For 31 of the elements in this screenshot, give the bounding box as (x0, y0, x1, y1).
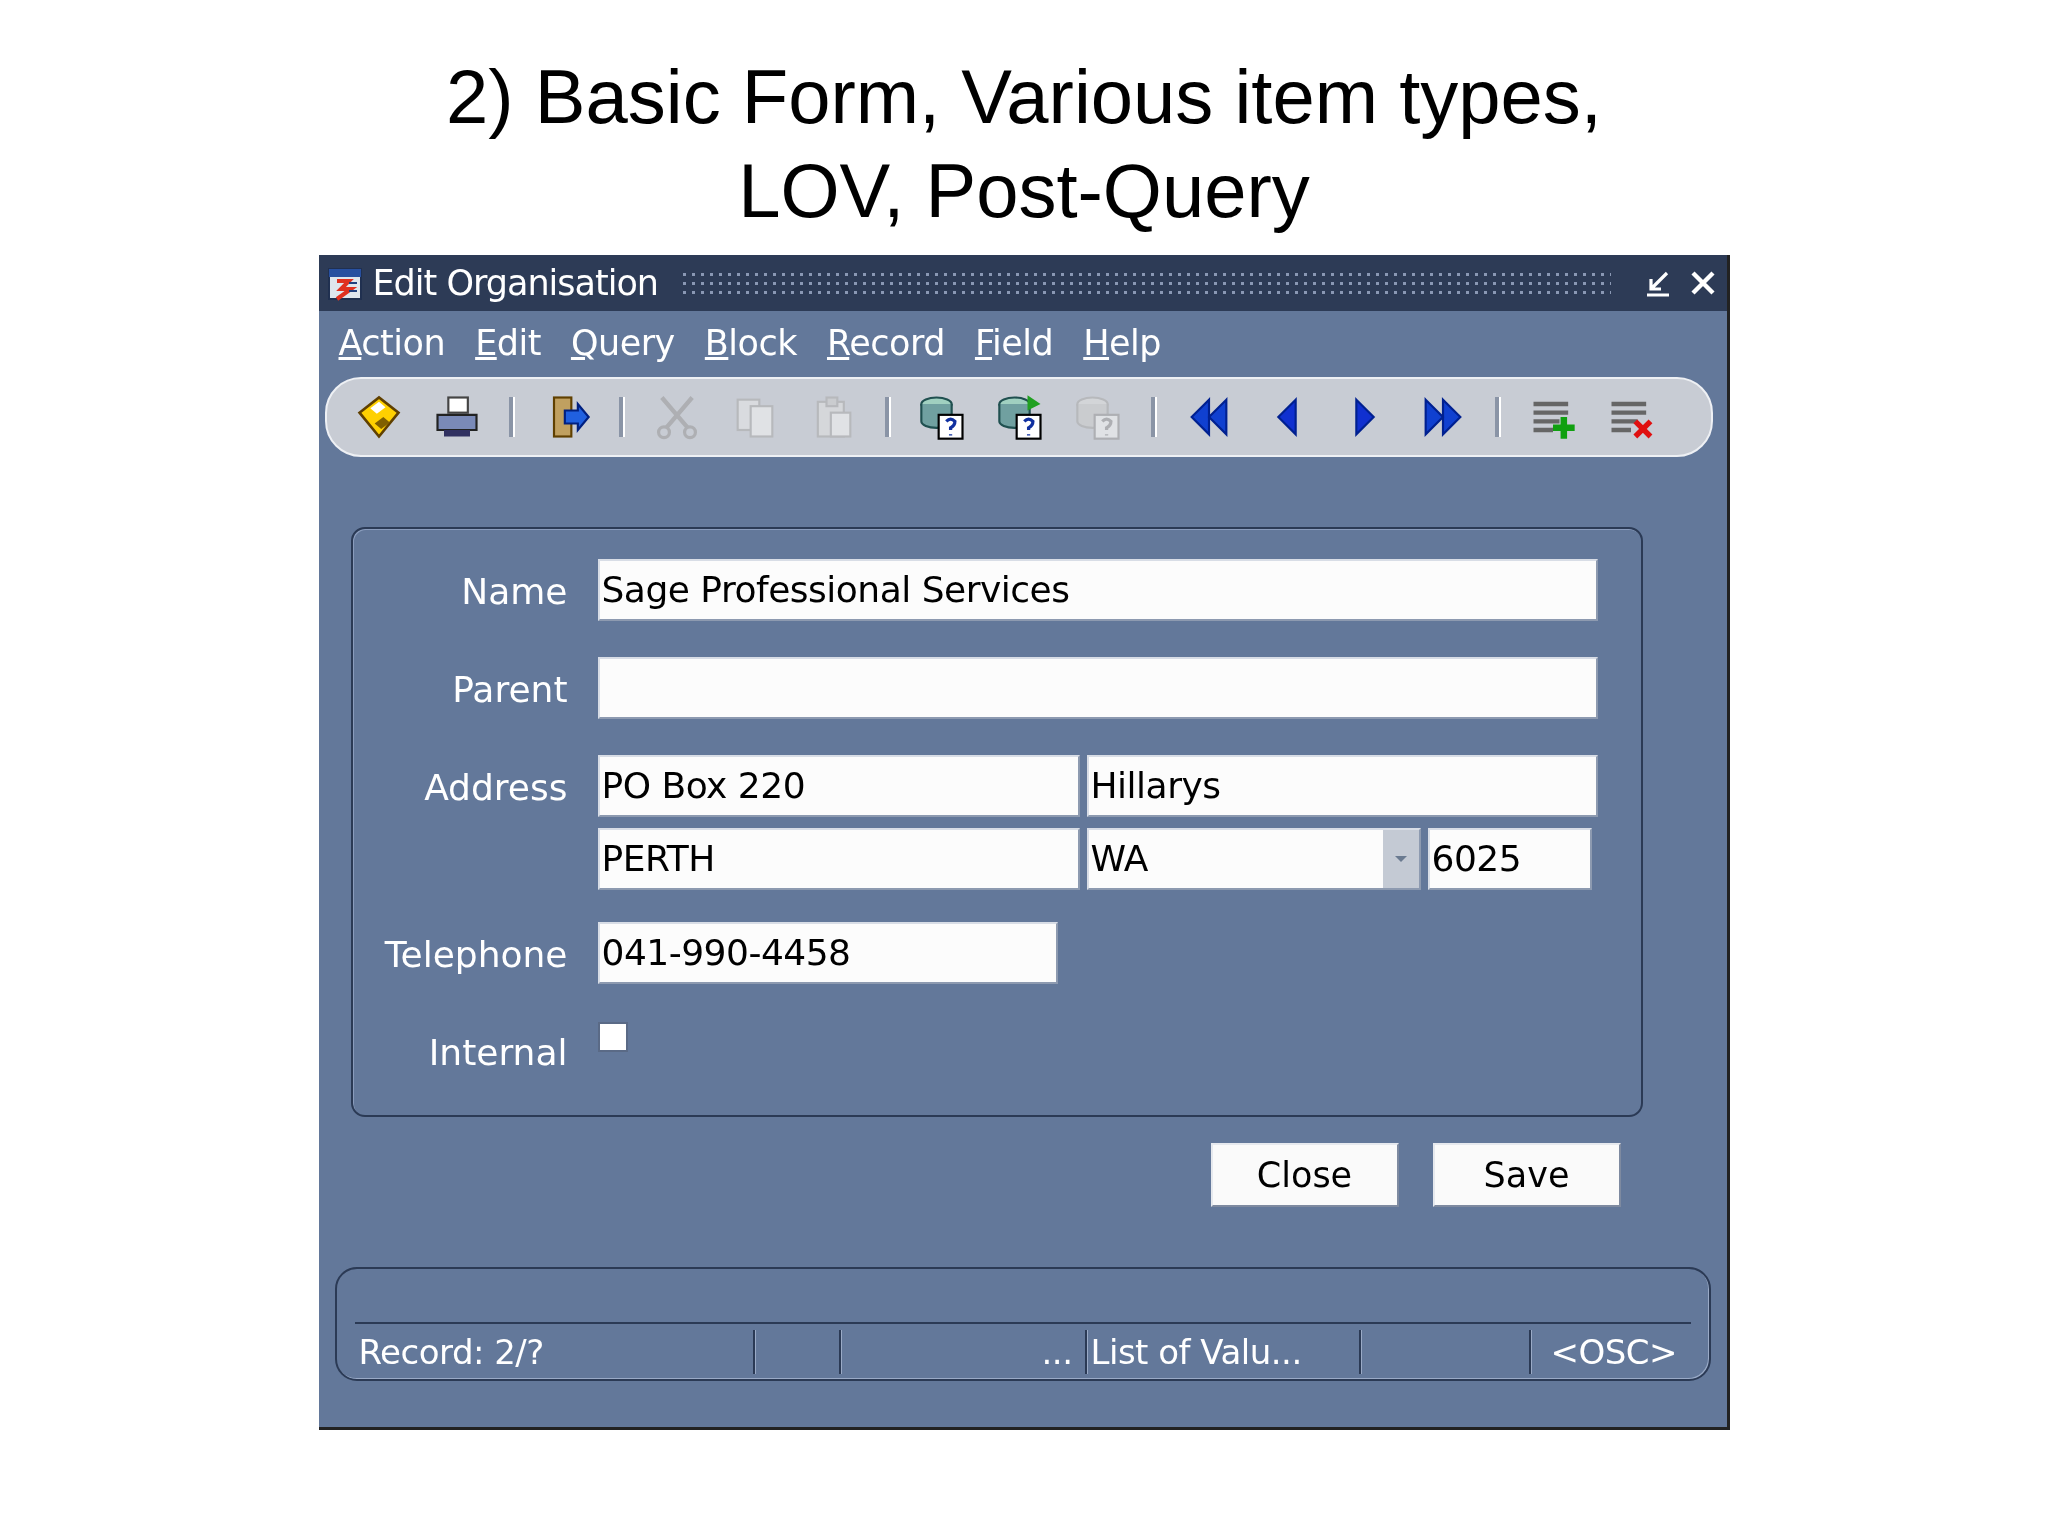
menu-item[interactable]: Edit (475, 323, 541, 363)
slide-title: 2) Basic Form, Various item types, (446, 53, 1602, 141)
input-field[interactable] (597, 657, 1598, 719)
input-field[interactable]: Hillarys (1086, 755, 1598, 817)
menu-item[interactable]: Block (704, 323, 797, 363)
input-field[interactable]: PERTH (597, 828, 1080, 890)
field-label: Internal (427, 1031, 569, 1075)
field-label: Name (460, 570, 569, 614)
status-text: Record: 2/? (354, 1329, 755, 1374)
input-field[interactable]: PO Box 220 (597, 755, 1080, 817)
field-label: Telephone (383, 933, 569, 977)
status-text: List of Valu... (1086, 1329, 1361, 1374)
dropdown-field[interactable]: WA (1086, 828, 1421, 890)
menu-item[interactable]: Field (974, 323, 1054, 363)
input-field[interactable]: 6025 (1427, 828, 1592, 890)
push-button[interactable]: Close (1210, 1143, 1399, 1207)
close-icon[interactable] (1688, 269, 1717, 297)
slide-title: LOV, Post-Query (738, 147, 1310, 235)
menu-item[interactable]: Action (338, 323, 446, 363)
input-field[interactable]: 041-990-4458 (597, 922, 1058, 984)
field-label: Address (423, 766, 569, 810)
push-button[interactable]: Save (1432, 1143, 1621, 1207)
status-text: ... (840, 1329, 1087, 1374)
menu-item[interactable]: Record (827, 323, 945, 363)
input-field[interactable]: Sage Professional Services (597, 559, 1598, 621)
window-title: Edit Organisation (372, 263, 659, 303)
menu-item[interactable]: Help (1083, 323, 1162, 363)
menu-item[interactable]: Query (570, 323, 675, 363)
field-label: Parent (451, 668, 569, 712)
checkbox[interactable] (597, 1022, 628, 1052)
status-text: <OSC> (1549, 1330, 1679, 1374)
